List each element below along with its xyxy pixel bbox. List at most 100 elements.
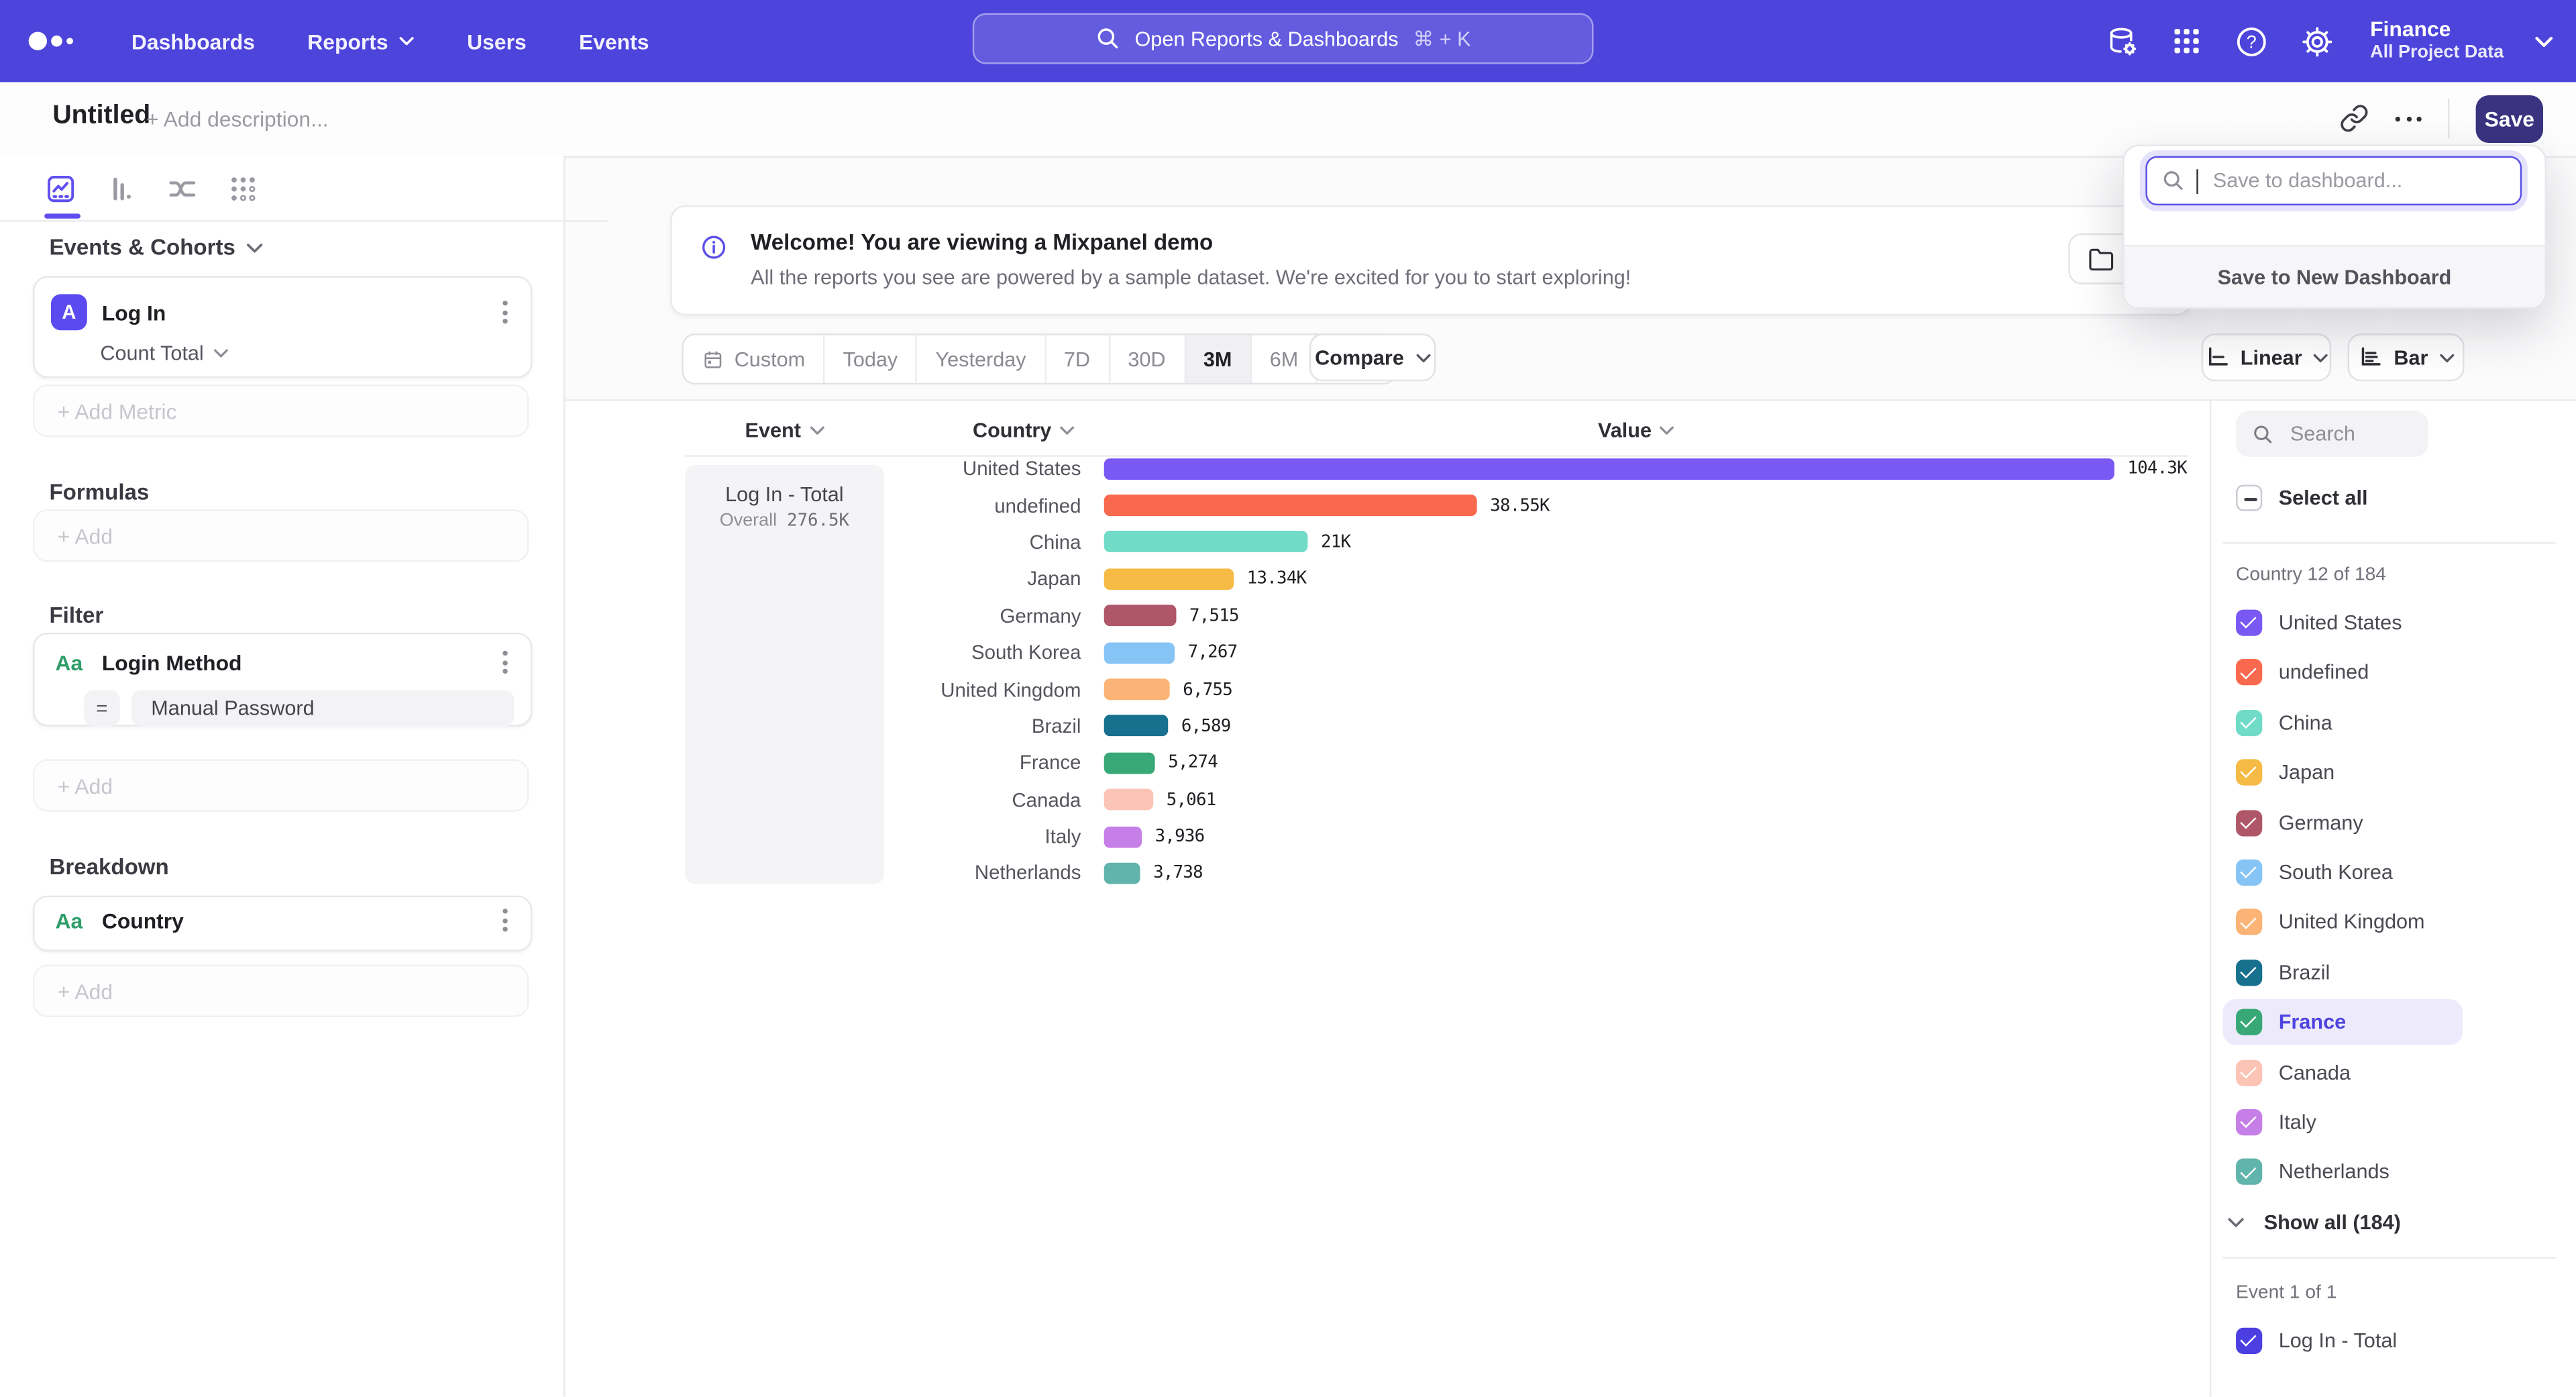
add-metric-button[interactable]: + Add Metric xyxy=(33,384,529,437)
bar-france[interactable] xyxy=(1104,752,1155,774)
select-all-checkbox[interactable] xyxy=(2236,484,2262,511)
column-header-event[interactable]: Event xyxy=(685,419,883,442)
bar-japan[interactable] xyxy=(1104,568,1234,590)
country-checkbox[interactable] xyxy=(2236,709,2262,735)
tab-retention[interactable] xyxy=(227,172,260,205)
country-option-canada[interactable]: Canada xyxy=(2222,1049,2363,1096)
country-option-south-korea[interactable]: South Korea xyxy=(2222,849,2406,896)
range-button-6m[interactable]: 6M xyxy=(1250,335,1316,383)
project-selector[interactable]: Finance All Project Data xyxy=(2370,18,2504,64)
data-management-icon[interactable] xyxy=(2104,24,2138,58)
tab-flows[interactable] xyxy=(166,172,199,205)
bar-canada[interactable] xyxy=(1104,789,1153,811)
show-all-button[interactable]: Show all (184) xyxy=(2228,1211,2401,1234)
country-option-france[interactable]: France xyxy=(2222,999,2463,1045)
bar-undefined[interactable] xyxy=(1104,495,1477,516)
help-icon[interactable]: ? xyxy=(2234,24,2268,58)
country-option-undefined[interactable]: undefined xyxy=(2222,650,2381,696)
event-checkbox[interactable] xyxy=(2236,1328,2262,1354)
country-checkbox[interactable] xyxy=(2236,1059,2262,1086)
country-option-japan[interactable]: Japan xyxy=(2222,749,2347,796)
filter-value[interactable]: Manual Password xyxy=(131,690,515,727)
nav-item-events[interactable]: Events xyxy=(579,29,649,54)
country-checkbox[interactable] xyxy=(2236,1159,2262,1185)
add-formula-button[interactable]: + Add xyxy=(33,509,529,562)
country-checkbox[interactable] xyxy=(2236,960,2262,986)
country-option-italy[interactable]: Italy xyxy=(2222,1099,2329,1145)
country-checkbox[interactable] xyxy=(2236,660,2262,686)
add-breakdown-button[interactable]: + Add xyxy=(33,965,529,1017)
country-checkbox[interactable] xyxy=(2236,860,2262,886)
bar-netherlands[interactable] xyxy=(1104,863,1140,884)
save-dashboard-input[interactable] xyxy=(2210,168,2496,194)
more-options-icon[interactable] xyxy=(2396,116,2422,121)
kebab-menu-icon[interactable] xyxy=(499,648,511,677)
share-link-icon[interactable] xyxy=(2339,103,2369,133)
range-button-custom[interactable]: Custom xyxy=(684,335,823,383)
country-checkbox[interactable] xyxy=(2236,809,2262,835)
apps-grid-icon[interactable] xyxy=(2169,25,2202,58)
events-section-header[interactable]: Events & Cohorts xyxy=(49,235,263,260)
chevron-down-icon[interactable] xyxy=(2535,36,2553,47)
save-button[interactable]: Save xyxy=(2476,95,2543,142)
country-option-united-kingdom[interactable]: United Kingdom xyxy=(2222,900,2438,946)
bar-germany[interactable] xyxy=(1104,605,1177,627)
bar-italy[interactable] xyxy=(1104,826,1142,847)
report-title[interactable]: Untitled xyxy=(52,102,150,132)
add-filter-button[interactable]: + Add xyxy=(33,759,529,811)
range-button-30d[interactable]: 30D xyxy=(1108,335,1184,383)
range-button-yesterday[interactable]: Yesterday xyxy=(916,335,1044,383)
nav-item-reports[interactable]: Reports xyxy=(307,29,414,54)
scale-selector-button[interactable]: Linear xyxy=(2202,333,2331,381)
range-button-today[interactable]: Today xyxy=(823,335,916,383)
filter-property-name[interactable]: Login Method xyxy=(102,650,485,675)
compare-button[interactable]: Compare xyxy=(1309,333,1436,381)
select-all-row[interactable]: Select all xyxy=(2222,475,2381,521)
chart-type-button[interactable]: Bar xyxy=(2348,333,2465,381)
filter-card-login-method[interactable]: Aa Login Method = Manual Password xyxy=(33,633,532,727)
tab-funnels[interactable] xyxy=(105,172,138,205)
country-option-netherlands[interactable]: Netherlands xyxy=(2222,1149,2402,1196)
bar-south-korea[interactable] xyxy=(1104,642,1175,664)
country-checkbox[interactable] xyxy=(2236,610,2262,636)
save-to-new-dashboard-button[interactable]: Save to New Dashboard xyxy=(2125,245,2545,307)
breakdown-property-name[interactable]: Country xyxy=(102,908,485,933)
add-description-button[interactable]: + Add description... xyxy=(146,107,329,132)
filter-operator[interactable]: = xyxy=(84,690,120,727)
settings-gear-icon[interactable] xyxy=(2300,24,2334,58)
event-group-header: Event 1 of 1 xyxy=(2236,1284,2337,1303)
country-option-united-states[interactable]: United States xyxy=(2222,600,2415,646)
event-option-log-in-total[interactable]: Log In - Total xyxy=(2222,1318,2410,1364)
nav-item-users[interactable]: Users xyxy=(467,29,527,54)
mixpanel-logo-icon[interactable] xyxy=(26,28,82,54)
range-button-7d[interactable]: 7D xyxy=(1044,335,1108,383)
bar-china[interactable] xyxy=(1104,531,1308,553)
tab-insights[interactable] xyxy=(44,172,77,205)
country-checkbox[interactable] xyxy=(2236,760,2262,786)
kebab-menu-icon[interactable] xyxy=(499,905,511,935)
range-button-3m[interactable]: 3M xyxy=(1183,335,1250,383)
bar-united-states[interactable] xyxy=(1104,458,2114,480)
global-search-button[interactable]: Open Reports & Dashboards ⌘ + K xyxy=(973,13,1594,64)
country-option-brazil[interactable]: Brazil xyxy=(2222,949,2343,996)
bar-united-kingdom[interactable] xyxy=(1104,679,1170,701)
country-option-germany[interactable]: Germany xyxy=(2222,800,2376,846)
kebab-menu-icon[interactable] xyxy=(499,297,511,327)
aggregation-selector[interactable]: Count Total xyxy=(34,330,531,364)
column-header-country[interactable]: Country xyxy=(884,419,1075,442)
country-checkbox[interactable] xyxy=(2236,909,2262,935)
country-checkbox[interactable] xyxy=(2236,1109,2262,1135)
legend-search-input[interactable] xyxy=(2287,421,2425,447)
metric-event-name[interactable]: Log In xyxy=(102,300,485,325)
save-dashboard-search[interactable] xyxy=(2145,156,2522,205)
column-header-value[interactable]: Value xyxy=(1104,419,2169,442)
country-option-china[interactable]: China xyxy=(2222,700,2345,746)
breakdown-card-country[interactable]: Aa Country xyxy=(33,896,532,951)
country-checkbox[interactable] xyxy=(2236,1009,2262,1035)
breakdown-section-header: Breakdown xyxy=(49,854,168,879)
nav-item-dashboards[interactable]: Dashboards xyxy=(131,29,255,54)
legend-search[interactable] xyxy=(2236,411,2428,457)
metric-card-log-in[interactable]: A Log In Count Total xyxy=(33,276,532,378)
chevron-down-icon xyxy=(1060,425,1075,435)
bar-brazil[interactable] xyxy=(1104,715,1169,737)
